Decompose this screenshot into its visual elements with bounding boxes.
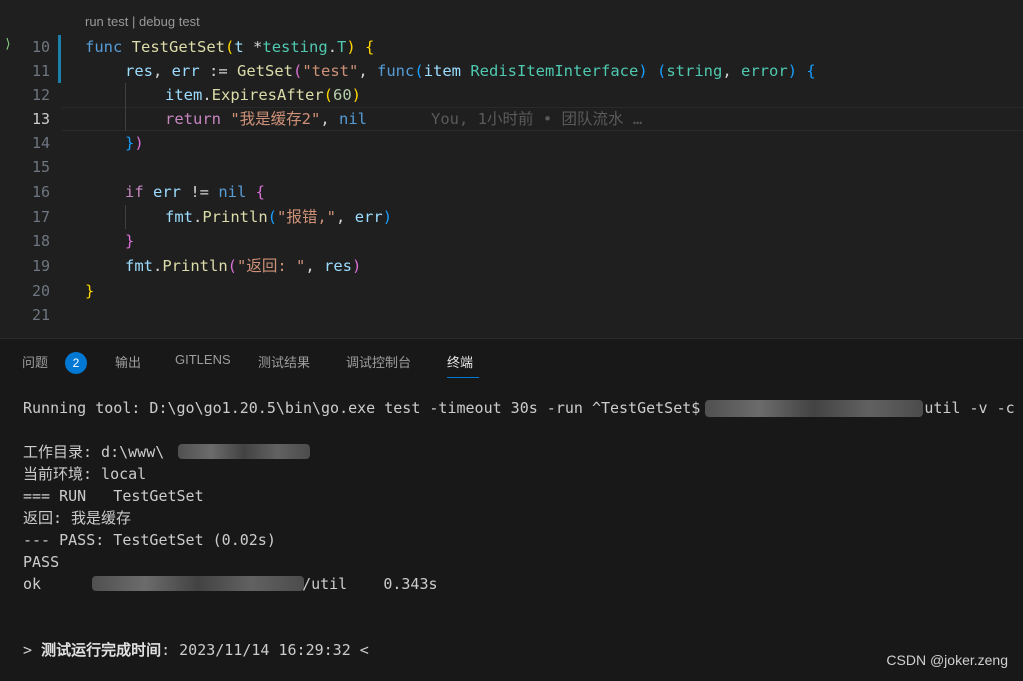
line-number: 10 <box>31 38 50 56</box>
run-test-link[interactable]: run test <box>85 14 128 29</box>
code-line-16[interactable]: 16 if err != nil { <box>0 180 1023 204</box>
code-line-15[interactable]: 15 <box>0 155 1023 179</box>
code-line-10[interactable]: 10 func TestGetSet(t *testing.T) { <box>0 35 1023 59</box>
code-text: }) <box>125 134 144 152</box>
bottom-panel: 问题 2 输出 GITLENS 测试结果 调试控制台 终端 <box>0 338 1023 681</box>
line-number: 16 <box>31 183 50 201</box>
code-text: } <box>125 232 135 250</box>
code-text: if err != nil { <box>125 183 265 201</box>
codelens: run test | debug test <box>85 14 200 29</box>
terminal-line-pass: PASS <box>23 553 60 571</box>
code-text: item.ExpiresAfter(60) <box>165 86 362 104</box>
debug-test-link[interactable]: debug test <box>139 14 200 29</box>
code-line-13[interactable]: 13 return "我是缓存2", nil You, 1小时前 • 团队流水 … <box>0 107 1023 131</box>
tab-debug-console[interactable]: 调试控制台 <box>346 352 411 371</box>
problems-count-badge: 2 <box>65 352 87 374</box>
line-number: 17 <box>31 208 50 226</box>
terminal-line-run: === RUN TestGetSet <box>23 487 204 505</box>
code-editor[interactable]: 9 run test | debug test ⟩ 10 func TestGe… <box>0 0 1023 338</box>
code-text: fmt.Println("报错,", err) <box>165 208 393 226</box>
redacted-path <box>178 444 310 459</box>
panel-tabs: 问题 2 输出 GITLENS 测试结果 调试控制台 终端 <box>0 339 1023 383</box>
code-text: return "我是缓存2", nil You, 1小时前 • 团队流水 … <box>165 110 643 128</box>
code-text: res, err := GetSet("test", func(item Red… <box>125 62 816 80</box>
codelens-separator: | <box>128 14 139 29</box>
code-line-20[interactable]: 20 } <box>0 279 1023 303</box>
code-line-21[interactable]: 21 <box>0 303 1023 327</box>
tab-output[interactable]: 输出 <box>115 352 141 371</box>
line-number: 19 <box>31 257 50 275</box>
line-number: 18 <box>31 232 50 250</box>
active-tab-indicator <box>447 377 479 378</box>
redacted-path <box>705 400 923 417</box>
code-line-19[interactable]: 19 fmt.Println("返回: ", res) <box>0 254 1023 278</box>
line-number: 11 <box>31 62 50 80</box>
terminal-line-return: 返回: 我是缓存 <box>23 509 132 527</box>
terminal-line-env: 当前环境: local <box>23 465 147 483</box>
code-line-14[interactable]: 14 }) <box>0 131 1023 155</box>
line-number: 21 <box>31 306 50 324</box>
code-text: } <box>85 282 95 300</box>
code-text: fmt.Println("返回: ", res) <box>125 257 362 275</box>
terminal-line-pass-result: --- PASS: TestGetSet (0.02s) <box>23 531 276 549</box>
git-blame-annotation[interactable]: You, 1小时前 • 团队流水 … <box>431 110 642 128</box>
code-text: func TestGetSet(t *testing.T) { <box>85 38 375 56</box>
tab-test-results[interactable]: 测试结果 <box>258 352 310 371</box>
code-line-11[interactable]: 11 res, err := GetSet("test", func(item … <box>0 59 1023 83</box>
line-number: 20 <box>31 282 50 300</box>
terminal-line-workdir: 工作目录: d:\www\ <box>23 443 165 461</box>
line-number: 13 <box>31 110 50 128</box>
terminal-line-done: > 测试运行完成时间: 2023/11/14 16:29:32 < <box>23 641 369 659</box>
tab-gitlens[interactable]: GITLENS <box>175 352 231 367</box>
code-line-17[interactable]: 17 fmt.Println("报错,", err) <box>0 205 1023 229</box>
tab-problems[interactable]: 问题 <box>22 352 48 371</box>
code-line-18[interactable]: 18 } <box>0 229 1023 253</box>
watermark: CSDN @joker.zeng <box>886 652 1008 668</box>
line-number: 12 <box>31 86 50 104</box>
tab-terminal[interactable]: 终端 <box>447 352 473 371</box>
line-number: 14 <box>31 134 50 152</box>
line-number: 15 <box>31 158 50 176</box>
code-line-12[interactable]: 12 item.ExpiresAfter(60) <box>0 83 1023 107</box>
line-number-partial: 9 <box>38 0 47 4</box>
redacted-path <box>92 576 304 591</box>
